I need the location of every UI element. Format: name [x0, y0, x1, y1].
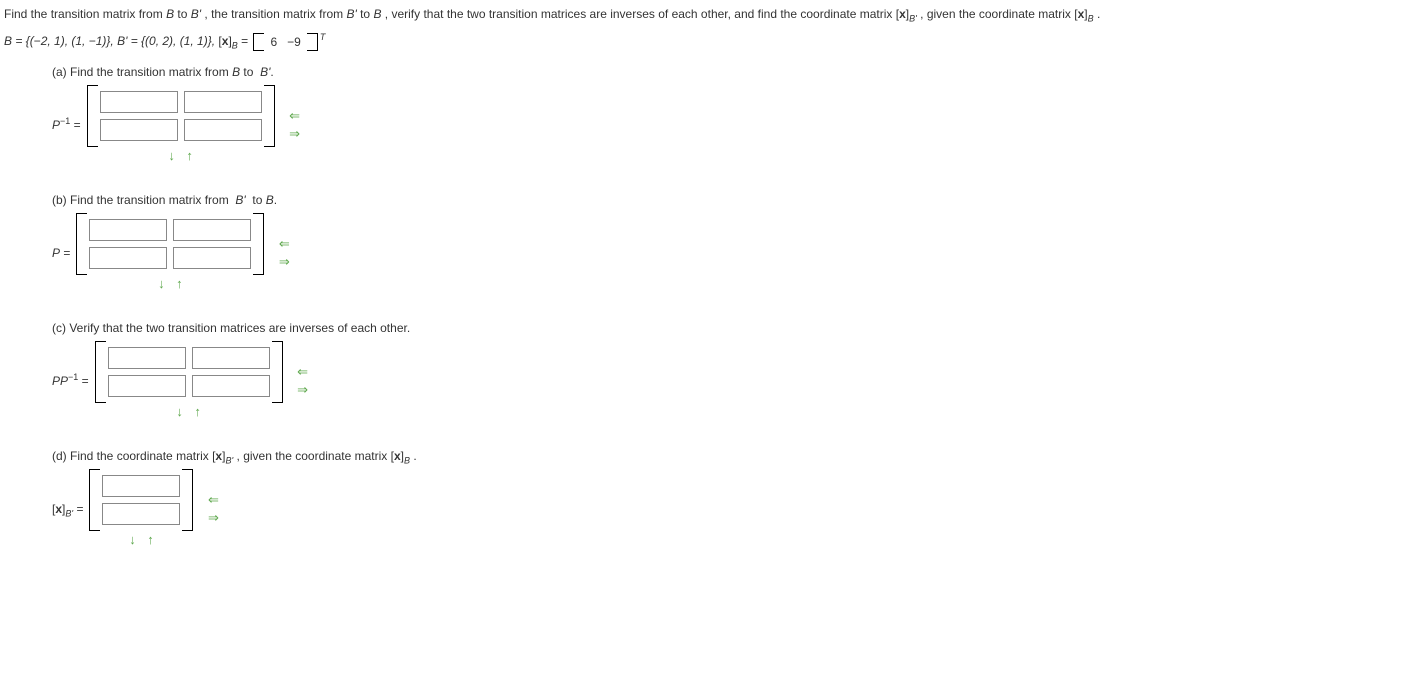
- stem-xB: [x]B: [1074, 7, 1093, 21]
- part-a-text: (a) Find the transition matrix from B to…: [52, 65, 1419, 79]
- stem-B: B: [166, 7, 174, 21]
- part-b-row-arrows: ⇐ ⇒: [274, 237, 294, 269]
- bracket-left: [87, 85, 98, 147]
- part-c-cell-11[interactable]: [108, 347, 186, 369]
- add-row-icon[interactable]: ⇒: [203, 511, 223, 525]
- bracket-right: [182, 469, 193, 531]
- part-c-label: PP−1 =: [52, 374, 91, 388]
- stem-text: Find the transition matrix from: [4, 7, 166, 21]
- stem-Bprime2: B': [346, 7, 356, 21]
- part-b-label: P =: [52, 246, 72, 260]
- part-c-cell-21[interactable]: [108, 375, 186, 397]
- stem-verify: , verify that the two transition matrice…: [385, 7, 896, 21]
- remove-col-icon[interactable]: ↓: [165, 147, 179, 165]
- given-v1: 6: [270, 35, 277, 49]
- part-c-text: (c) Verify that the two transition matri…: [52, 321, 1419, 335]
- part-c-cell-22[interactable]: [192, 375, 270, 397]
- given-equals: =: [241, 34, 251, 48]
- remove-row-icon[interactable]: ⇐: [293, 365, 313, 379]
- bracket-left: [89, 469, 100, 531]
- part-d-row-arrows: ⇐ ⇒: [203, 493, 223, 525]
- given-xB: [x]B: [218, 34, 237, 48]
- part-b-block: (b) Find the transition matrix from B' t…: [52, 193, 1419, 293]
- part-b-text: (b) Find the transition matrix from B' t…: [52, 193, 1419, 207]
- part-a-block: (a) Find the transition matrix from B to…: [52, 65, 1419, 165]
- part-a-cells: [98, 85, 264, 147]
- part-d-label: [x]B' =: [52, 502, 85, 516]
- part-d-block: (d) Find the coordinate matrix [x]B' , g…: [52, 449, 1419, 549]
- bracket-left: [95, 341, 106, 403]
- bracket-right: [272, 341, 283, 403]
- part-c-cells: [106, 341, 272, 403]
- part-c-cell-12[interactable]: [192, 347, 270, 369]
- part-d-matrix-row: [x]B' = ↓ ↑ ⇐ ⇒: [52, 469, 1419, 549]
- given-v2: −9: [287, 35, 301, 49]
- add-row-icon[interactable]: ⇒: [293, 383, 313, 397]
- remove-col-icon[interactable]: ↓: [125, 531, 139, 549]
- stem-mid2: to: [360, 7, 373, 21]
- stem-Bprime: B': [191, 7, 201, 21]
- remove-col-icon[interactable]: ↓: [154, 275, 168, 293]
- part-d-col-arrows: ↓ ↑: [125, 531, 157, 549]
- stem-to: to: [177, 7, 190, 21]
- part-a-col-arrows: ↓ ↑: [165, 147, 197, 165]
- part-a-cell-11[interactable]: [100, 91, 178, 113]
- stem-xBprime: [x]B': [896, 7, 917, 21]
- remove-row-icon[interactable]: ⇐: [285, 109, 305, 123]
- part-b-cell-21[interactable]: [89, 247, 167, 269]
- part-d-cell-1[interactable]: [102, 475, 180, 497]
- stem-B2: B: [373, 7, 381, 21]
- part-b-col-arrows: ↓ ↑: [154, 275, 186, 293]
- bracket-right: [264, 85, 275, 147]
- add-col-icon[interactable]: ↑: [183, 147, 197, 165]
- part-c-matrix-row: PP−1 = ↓ ↑ ⇐ ⇒: [52, 341, 1419, 421]
- part-c-row-arrows: ⇐ ⇒: [293, 365, 313, 397]
- part-a-cell-21[interactable]: [100, 119, 178, 141]
- part-b-cell-11[interactable]: [89, 219, 167, 241]
- part-a-label: P−1 =: [52, 118, 83, 132]
- stem-mid1: , the transition matrix from: [204, 7, 346, 21]
- given-B: B = {(−2, 1), (1, −1)},: [4, 34, 117, 48]
- given-matrix: 6 −9: [253, 33, 317, 51]
- part-b-cell-12[interactable]: [173, 219, 251, 241]
- add-col-icon[interactable]: ↑: [143, 531, 157, 549]
- part-a-cell-12[interactable]: [184, 91, 262, 113]
- part-d-text: (d) Find the coordinate matrix [x]B' , g…: [52, 449, 1419, 463]
- part-a-matrix-row: P−1 = ↓ ↑ ⇐ ⇒: [52, 85, 1419, 165]
- add-col-icon[interactable]: ↑: [191, 403, 205, 421]
- given-line: B = {(−2, 1), (1, −1)}, B' = {(0, 2), (1…: [4, 33, 1419, 51]
- stem-period: .: [1097, 7, 1100, 21]
- add-row-icon[interactable]: ⇒: [285, 127, 305, 141]
- part-b-cell-22[interactable]: [173, 247, 251, 269]
- part-d-cell-2[interactable]: [102, 503, 180, 525]
- add-col-icon[interactable]: ↑: [172, 275, 186, 293]
- part-a-cell-22[interactable]: [184, 119, 262, 141]
- remove-col-icon[interactable]: ↓: [173, 403, 187, 421]
- remove-row-icon[interactable]: ⇐: [203, 493, 223, 507]
- given-Bprime: B' = {(0, 2), (1, 1)},: [117, 34, 218, 48]
- stem-given: , given the coordinate matrix: [920, 7, 1074, 21]
- question-stem: Find the transition matrix from B to B' …: [4, 6, 1419, 23]
- part-c-col-arrows: ↓ ↑: [173, 403, 205, 421]
- add-row-icon[interactable]: ⇒: [274, 255, 294, 269]
- part-a-row-arrows: ⇐ ⇒: [285, 109, 305, 141]
- bracket-left: [76, 213, 87, 275]
- part-b-matrix-row: P = ↓ ↑ ⇐ ⇒: [52, 213, 1419, 293]
- part-b-cells: [87, 213, 253, 275]
- remove-row-icon[interactable]: ⇐: [274, 237, 294, 251]
- part-d-cells: [100, 469, 182, 531]
- part-c-block: (c) Verify that the two transition matri…: [52, 321, 1419, 421]
- given-T: T: [320, 32, 326, 42]
- bracket-right: [253, 213, 264, 275]
